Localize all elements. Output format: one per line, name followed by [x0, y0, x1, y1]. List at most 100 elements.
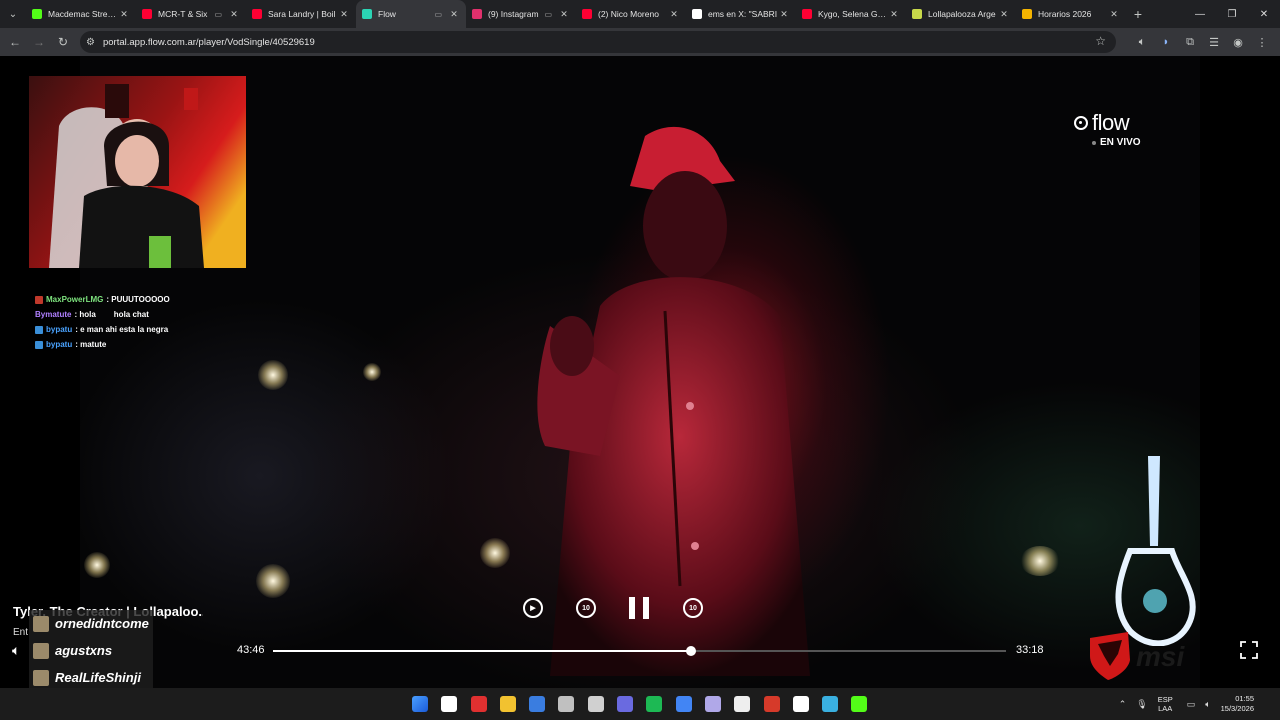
restore-icon[interactable]: ❐ — [1216, 0, 1248, 28]
chat-overlay: MaxPowerLMG: PUUUTOOOOO Bymatute: hola hol… — [35, 292, 235, 352]
browser-tab[interactable]: Macdemac Stream ✕ — [26, 0, 136, 28]
taskbar-app-icon[interactable] — [818, 692, 842, 716]
restart-button[interactable]: ▶ — [521, 596, 545, 620]
live-indicator: EN VIVO — [1092, 137, 1141, 148]
taskbar-app-icon[interactable] — [613, 692, 637, 716]
close-window-icon[interactable]: ✕ — [1248, 0, 1280, 28]
tab-close-icon[interactable]: ✕ — [668, 9, 680, 20]
browser-tab[interactable]: Lollapalooza Arge ✕ — [906, 0, 1016, 28]
tab-close-icon[interactable]: ✕ — [998, 9, 1010, 20]
chat-message: bypatu: matute — [35, 337, 235, 352]
concert-video-frame — [80, 56, 1200, 688]
browser-toolbar: ← → ↻ ⚙ portal.app.flow.com.ar/player/Vo… — [0, 28, 1280, 56]
tab-search-chevron-icon[interactable]: ⌄ — [0, 0, 26, 28]
taskbar-app-icon[interactable] — [525, 692, 549, 716]
tab-favicon-icon — [912, 9, 922, 19]
browser-tab[interactable]: ems en X: "SABRI ✕ — [686, 0, 796, 28]
forward-button[interactable]: → — [27, 30, 51, 54]
progress-bar[interactable] — [273, 646, 1006, 656]
tab-favicon-icon — [692, 9, 702, 19]
microphone-icon[interactable]: 🎙︎ — [1136, 699, 1147, 710]
stage-light — [84, 552, 110, 578]
taskbar-app-icon[interactable] — [701, 692, 725, 716]
taskbar-app-icon[interactable] — [642, 692, 666, 716]
tab-title: (2) Nico Moreno — [598, 9, 659, 19]
taskbar-app-icon[interactable] — [847, 692, 871, 716]
tab-favicon-icon — [32, 9, 42, 19]
taskbar-app-icon[interactable] — [437, 692, 461, 716]
tab-favicon-icon — [472, 9, 482, 19]
chat-username: bypatu — [46, 325, 73, 334]
taskbar-app-icon[interactable] — [584, 692, 608, 716]
chat-badge-icon — [35, 325, 43, 334]
stage-light — [480, 538, 510, 568]
chat-username: bypatu — [46, 340, 73, 349]
browser-tab[interactable]: (2) Nico Moreno ✕ — [576, 0, 686, 28]
chat-badge-icon — [35, 340, 43, 349]
taskbar-app-icon[interactable] — [467, 692, 491, 716]
browser-tab[interactable]: Sara Landry | Boil ✕ — [246, 0, 356, 28]
browser-tab[interactable]: (9) Instagram ▭ ✕ — [466, 0, 576, 28]
taskbar-app-icon[interactable] — [730, 692, 754, 716]
browser-tab[interactable]: Flow ▭ ✕ — [356, 0, 466, 28]
tray-chevron-icon[interactable]: ⌃ — [1119, 699, 1127, 710]
site-info-icon[interactable]: ⚙ — [86, 37, 95, 48]
time-remaining: 33:18 — [1016, 644, 1044, 656]
tab-close-icon[interactable]: ✕ — [558, 9, 570, 20]
system-clock[interactable]: 01:55 15/3/2026 — [1221, 694, 1254, 714]
progress-fill — [273, 650, 691, 652]
taskbar-app-icon[interactable] — [672, 692, 696, 716]
fullscreen-icon[interactable] — [1240, 641, 1258, 659]
profile-avatar[interactable]: ◉ — [1226, 30, 1250, 54]
tab-strip: ⌄ Macdemac Stream ✕ MCR-T & Six ▭ ✕ Sara Land… — [0, 0, 1280, 28]
taskbar-app-icon[interactable] — [496, 692, 520, 716]
progress-scrubber[interactable] — [685, 646, 696, 656]
address-bar[interactable]: ⚙ portal.app.flow.com.ar/player/VodSingl… — [80, 31, 1116, 53]
taskbar-app-icon[interactable] — [789, 692, 813, 716]
taskbar-app-icon[interactable] — [408, 692, 432, 716]
flow-logo: flow — [1074, 110, 1130, 136]
browser-tab[interactable]: Kygo, Selena Gom ✕ — [796, 0, 906, 28]
browser-tab[interactable]: Horarios 2026 ✕ — [1016, 0, 1126, 28]
taskbar-app-icon[interactable] — [760, 692, 784, 716]
tab-close-icon[interactable]: ✕ — [338, 9, 350, 20]
volume-icon[interactable]: 🔈︎ — [12, 642, 20, 659]
tab-close-icon[interactable]: ✕ — [1108, 9, 1120, 20]
skip-back-button[interactable]: 10 — [574, 596, 598, 620]
live-dot-icon — [1092, 140, 1096, 145]
tab-title: MCR-T & Six — [158, 9, 208, 19]
pause-button[interactable] — [629, 597, 649, 619]
gift-icon — [33, 615, 49, 632]
media-control-icon[interactable]: ☰ — [1202, 30, 1226, 54]
forward-10-icon: 10 — [683, 598, 703, 618]
more-menu-icon[interactable]: ⋮ — [1250, 30, 1274, 54]
taskbar-app-icon[interactable] — [554, 692, 578, 716]
tab-close-icon[interactable]: ✕ — [778, 9, 790, 20]
new-tab-button[interactable]: + — [1126, 6, 1150, 22]
minimize-icon[interactable]: — — [1184, 0, 1216, 28]
reload-button[interactable]: ↻ — [51, 30, 75, 54]
tab-close-icon[interactable]: ✕ — [228, 9, 240, 20]
back-button[interactable]: ← — [3, 30, 27, 54]
tab-title: Kygo, Selena Gom — [818, 9, 888, 19]
bookmark-star-icon[interactable]: ☆ — [1095, 34, 1106, 48]
extensions-icon[interactable]: ⧉ — [1178, 30, 1202, 54]
follower-alert: RealLifeShinji — [29, 664, 153, 688]
tab-favicon-icon — [252, 9, 262, 19]
streamer-webcam — [29, 76, 246, 268]
tab-close-icon[interactable]: ✕ — [888, 9, 900, 20]
skip-forward-button[interactable]: 10 — [681, 596, 705, 620]
display-icon[interactable]: ▭ — [1187, 699, 1196, 710]
read-aloud-icon[interactable]: ◗ — [1154, 30, 1178, 54]
chat-text: : e man ahi esta la negra — [75, 325, 169, 334]
tab-title: Sara Landry | Boil — [268, 9, 336, 19]
video-player[interactable]: MaxPowerLMG: PUUUTOOOOO Bymatute: hola hol… — [0, 56, 1280, 688]
browser-tab[interactable]: MCR-T & Six ▭ ✕ — [136, 0, 246, 28]
language-indicator[interactable]: ESP LAA — [1158, 695, 1173, 713]
speaker-icon[interactable]: 🔈︎ — [1130, 30, 1154, 54]
lang-layout: LAA — [1158, 704, 1173, 713]
tab-close-icon[interactable]: ✕ — [448, 9, 460, 20]
tab-close-icon[interactable]: ✕ — [118, 9, 130, 20]
volume-tray-icon[interactable]: 🔈︎ — [1205, 699, 1210, 710]
lang-code: ESP — [1157, 695, 1173, 704]
